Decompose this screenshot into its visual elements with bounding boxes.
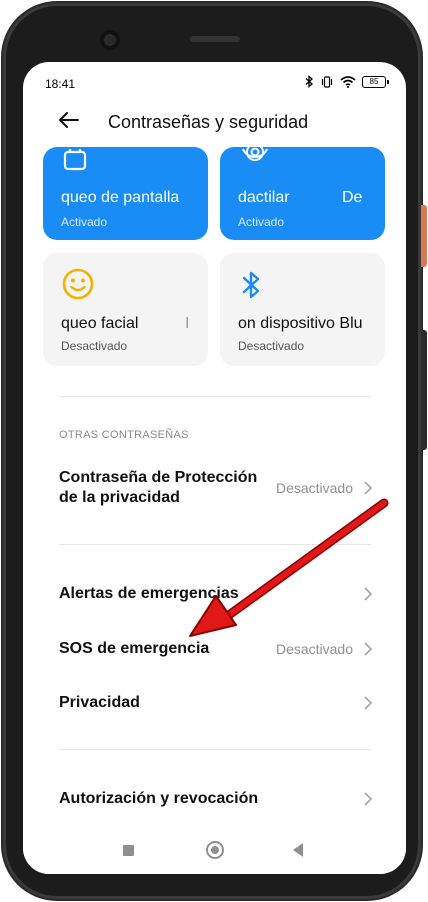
row-label-line2: de la privacidad xyxy=(59,489,180,506)
tile-status: Activado xyxy=(61,215,108,229)
bluetooth-icon xyxy=(242,271,260,299)
chevron-right-icon xyxy=(364,642,373,656)
lock-icon xyxy=(63,149,87,171)
battery-icon: 85 xyxy=(362,75,389,88)
chevron-right-icon xyxy=(364,792,373,806)
power-button xyxy=(421,330,427,450)
row-emergency-sos[interactable]: SOS de emergencia Desactivado xyxy=(23,637,406,661)
tile-status: Activado xyxy=(238,215,285,229)
row-value: Desactivado xyxy=(275,641,353,657)
row-privacy-protection-password[interactable]: Contraseña de Protección de la privacida… xyxy=(23,466,406,514)
tile-status: Desactivado xyxy=(61,339,128,353)
chevron-right-icon xyxy=(364,696,373,710)
earpiece-speaker xyxy=(190,36,240,42)
status-bar: 18:41 85 xyxy=(23,62,406,102)
nav-back-button[interactable] xyxy=(293,843,303,857)
header: Contraseñas y seguridad xyxy=(23,102,406,142)
front-camera xyxy=(100,30,120,50)
row-emergency-alerts[interactable]: Alertas de emergencias xyxy=(23,582,406,606)
fingerprint-icon xyxy=(242,147,268,161)
row-label: Alertas de emergencias xyxy=(59,585,239,602)
row-privacy[interactable]: Privacidad xyxy=(23,691,406,715)
tile-label: dactilar xyxy=(238,189,290,206)
tile-label: queo de pantalla xyxy=(61,189,180,206)
page-title: Contraseñas y seguridad xyxy=(108,112,309,132)
tile-label-extra: De xyxy=(342,189,363,206)
divider xyxy=(59,544,371,545)
home-button[interactable] xyxy=(206,841,224,859)
chevron-right-icon xyxy=(364,481,373,495)
tile-status: Desactivado xyxy=(238,339,305,353)
row-authorization-revocation[interactable]: Autorización y revocación xyxy=(23,787,406,811)
status-time: 18:41 xyxy=(45,77,76,91)
volume-button xyxy=(421,205,427,267)
tile-label-extra: I xyxy=(185,315,190,332)
navigation-bar xyxy=(23,830,406,874)
row-label: Privacidad xyxy=(59,694,140,711)
tile-bluetooth-unlock[interactable]: on dispositivo Blu Desactivado xyxy=(220,253,385,366)
back-arrow-icon xyxy=(59,112,79,128)
row-label-line1: Contraseña de Protección xyxy=(59,469,258,486)
chevron-right-icon xyxy=(364,587,373,601)
tile-fingerprint[interactable]: dactilar De Activado xyxy=(220,147,385,240)
tile-face-unlock[interactable]: queo facial I Desactivado xyxy=(43,253,208,366)
tile-label: queo facial xyxy=(61,315,139,332)
status-icons: 85 xyxy=(305,75,389,88)
divider xyxy=(59,749,371,750)
row-value: Desactivado xyxy=(275,480,353,496)
tile-screen-lock[interactable]: queo de pantalla Activado xyxy=(43,147,208,240)
wifi-icon xyxy=(340,75,356,88)
screen: 18:41 85 Contraseñas y seguridad queo de… xyxy=(23,62,406,874)
row-label: Autorización y revocación xyxy=(59,790,259,807)
divider xyxy=(59,396,371,397)
section-title: OTRAS CONTRASEÑAS xyxy=(59,429,189,441)
face-icon xyxy=(62,268,94,300)
tile-label: on dispositivo Blu xyxy=(238,315,363,332)
row-label: SOS de emergencia xyxy=(59,640,210,657)
recent-apps-button[interactable] xyxy=(123,845,134,856)
back-button[interactable] xyxy=(57,108,81,137)
bluetooth-status-icon xyxy=(305,75,313,88)
vibrate-icon xyxy=(321,75,333,88)
